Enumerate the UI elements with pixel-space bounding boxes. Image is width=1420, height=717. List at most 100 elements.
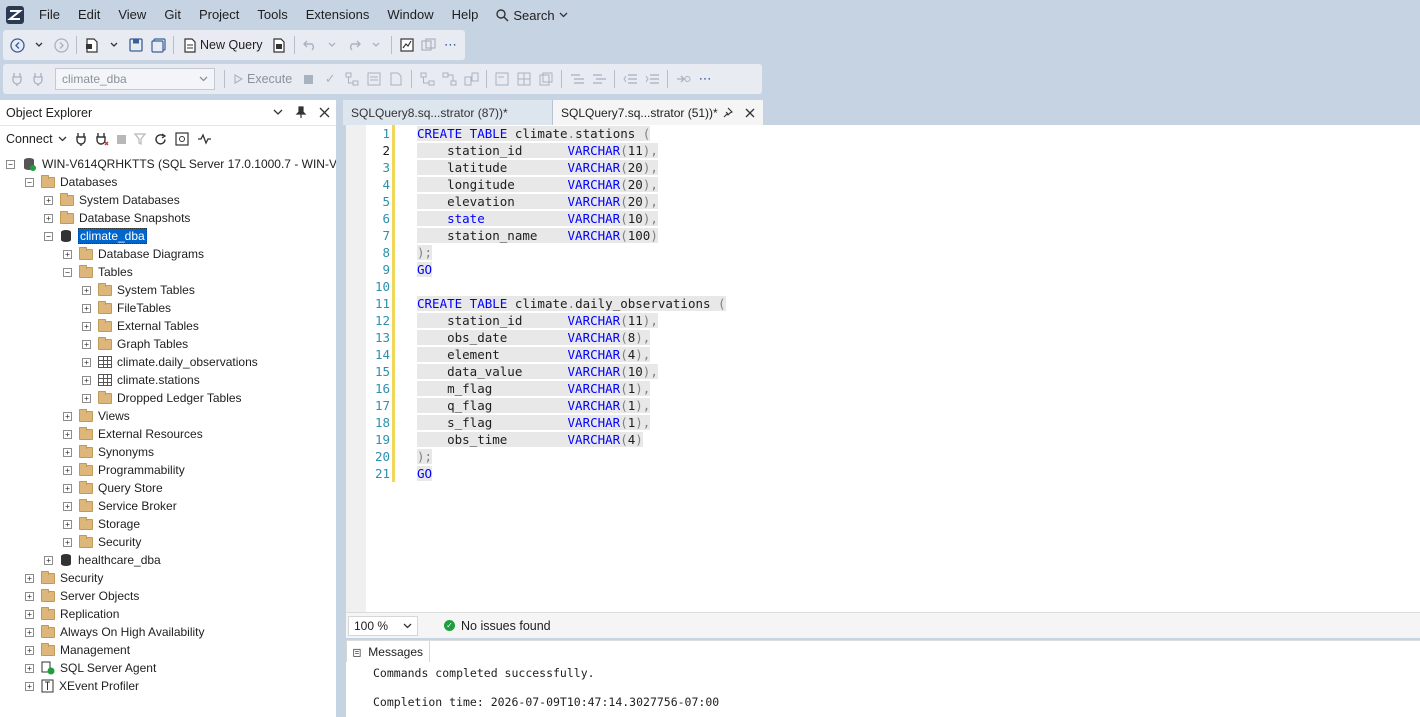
tree-node-always-on[interactable]: + Always On High Availability xyxy=(25,623,205,641)
tree-node-healthcare-dba[interactable]: + healthcare_dba xyxy=(44,551,161,569)
close-icon[interactable] xyxy=(745,108,755,118)
tree-node-graph-tables[interactable]: + Graph Tables xyxy=(82,335,188,353)
tab-sqlquery8[interactable]: SQLQuery8.sq...strator (87))* xyxy=(343,100,553,125)
disconnect-icon[interactable] xyxy=(95,132,109,146)
cancel-query-button[interactable] xyxy=(298,68,318,90)
close-icon[interactable] xyxy=(319,107,330,118)
tree-node-server[interactable]: − WIN-V614QRHKTTS (SQL Server 17.0.1000.… xyxy=(6,155,336,173)
increase-indent-button[interactable] xyxy=(642,68,662,90)
display-estimated-plan-button[interactable] xyxy=(342,68,362,90)
new-project-button[interactable] xyxy=(82,34,102,56)
expand-icon[interactable]: + xyxy=(44,213,53,223)
tree-node-database-snapshots[interactable]: + Database Snapshots xyxy=(44,209,190,227)
stop-icon[interactable] xyxy=(116,134,126,144)
database-select[interactable]: climate_dba xyxy=(55,68,215,90)
tree-node-stations[interactable]: + climate.stations xyxy=(82,371,200,389)
expand-icon[interactable]: + xyxy=(82,303,91,313)
results-to-grid-button[interactable] xyxy=(514,68,534,90)
toolbar-overflow-button[interactable]: ⋯ xyxy=(441,34,461,56)
results-to-text-button[interactable] xyxy=(492,68,512,90)
tree-node-dropped-ledger-tables[interactable]: + Dropped Ledger Tables xyxy=(82,389,242,407)
expand-icon[interactable]: + xyxy=(63,519,72,529)
undo-button[interactable] xyxy=(300,34,320,56)
expand-icon[interactable]: + xyxy=(82,393,91,403)
tree-node-storage[interactable]: + Storage xyxy=(63,515,140,533)
sql-editor[interactable]: 1 2 3 4 5 6 7 8 9 10 11 12 13 14 15 16 1… xyxy=(346,125,1420,612)
menu-project[interactable]: Project xyxy=(190,0,248,30)
expand-icon[interactable]: + xyxy=(82,357,91,367)
parse-button[interactable]: ✓ xyxy=(320,68,340,90)
save-button[interactable] xyxy=(126,34,146,56)
decrease-indent-button[interactable] xyxy=(620,68,640,90)
menu-edit[interactable]: Edit xyxy=(69,0,109,30)
undo-dropdown-button[interactable] xyxy=(322,34,342,56)
intellisense-button[interactable] xyxy=(386,68,406,90)
pin-icon[interactable] xyxy=(722,107,733,118)
menu-help[interactable]: Help xyxy=(443,0,488,30)
query-options-button[interactable] xyxy=(364,68,384,90)
zoom-select[interactable]: 100 % xyxy=(348,615,418,636)
tree-node-sql-server-agent[interactable]: + SQL Server Agent xyxy=(25,659,156,677)
expand-icon[interactable]: + xyxy=(63,411,72,421)
tree-node-tables[interactable]: − Tables xyxy=(63,263,133,281)
connect-dropdown[interactable]: Connect xyxy=(6,132,67,146)
pin-icon[interactable] xyxy=(295,106,307,119)
expand-icon[interactable]: + xyxy=(44,195,53,205)
issues-indicator[interactable]: ✓ No issues found xyxy=(444,619,551,633)
collapse-icon[interactable]: − xyxy=(6,159,15,169)
tree-node-server-objects[interactable]: + Server Objects xyxy=(25,587,139,605)
expand-icon[interactable]: + xyxy=(44,555,53,565)
expand-icon[interactable]: + xyxy=(25,573,34,583)
expand-icon[interactable]: + xyxy=(25,663,34,673)
connect-button[interactable] xyxy=(7,68,27,90)
menu-extensions[interactable]: Extensions xyxy=(297,0,379,30)
new-dropdown-button[interactable] xyxy=(104,34,124,56)
menu-view[interactable]: View xyxy=(109,0,155,30)
filter-icon[interactable] xyxy=(133,133,146,145)
comment-lines-button[interactable] xyxy=(567,68,587,90)
tree-node-programmability[interactable]: + Programmability xyxy=(63,461,185,479)
save-all-button[interactable] xyxy=(148,34,168,56)
tree-node-daily-observations[interactable]: + climate.daily_observations xyxy=(82,353,258,371)
tree-node-replication[interactable]: + Replication xyxy=(25,605,119,623)
tree-node-database-diagrams[interactable]: + Database Diagrams xyxy=(63,245,204,263)
tree-node-service-broker[interactable]: + Service Broker xyxy=(63,497,177,515)
expand-icon[interactable]: + xyxy=(63,501,72,511)
expand-icon[interactable]: + xyxy=(82,339,91,349)
tab-sqlquery7[interactable]: SQLQuery7.sq...strator (51))* xyxy=(553,100,763,125)
code-area[interactable]: CREATE TABLE climate.stations ( station_… xyxy=(417,125,726,482)
tree-node-climate-dba[interactable]: − climate_dba xyxy=(44,227,147,245)
collapse-icon[interactable]: − xyxy=(44,231,53,241)
expand-icon[interactable]: + xyxy=(25,627,34,637)
tree-node-external-resources[interactable]: + External Resources xyxy=(63,425,203,443)
forward-button[interactable] xyxy=(51,34,71,56)
expand-icon[interactable]: + xyxy=(82,285,91,295)
menu-git[interactable]: Git xyxy=(155,0,190,30)
menu-tools[interactable]: Tools xyxy=(248,0,296,30)
expand-icon[interactable]: + xyxy=(25,591,34,601)
live-query-stats-button[interactable] xyxy=(439,68,459,90)
specify-template-values-button[interactable] xyxy=(673,68,693,90)
summary-icon[interactable] xyxy=(174,132,189,146)
tree-node-system-databases[interactable]: + System Databases xyxy=(44,191,180,209)
tree-node-security[interactable]: + Security xyxy=(25,569,103,587)
expand-icon[interactable]: + xyxy=(25,681,34,691)
connect-plug-icon[interactable] xyxy=(75,132,87,146)
tree-node-views[interactable]: + Views xyxy=(63,407,130,425)
expand-icon[interactable]: + xyxy=(25,645,34,655)
client-statistics-button[interactable] xyxy=(461,68,481,90)
chevron-down-icon[interactable] xyxy=(273,109,283,116)
expand-icon[interactable]: + xyxy=(63,465,72,475)
uncomment-lines-button[interactable] xyxy=(589,68,609,90)
menu-file[interactable]: File xyxy=(30,0,69,30)
tab-messages[interactable]: Messages xyxy=(346,641,430,663)
tree-node-system-tables[interactable]: + System Tables xyxy=(82,281,195,299)
expand-icon[interactable]: + xyxy=(25,609,34,619)
refresh-icon[interactable] xyxy=(154,132,167,146)
expand-icon[interactable]: + xyxy=(82,375,91,385)
menu-window[interactable]: Window xyxy=(378,0,442,30)
results-to-file-button[interactable] xyxy=(536,68,556,90)
expand-icon[interactable]: + xyxy=(82,321,91,331)
expand-icon[interactable]: + xyxy=(63,249,72,259)
tree-node-file-tables[interactable]: + FileTables xyxy=(82,299,171,317)
